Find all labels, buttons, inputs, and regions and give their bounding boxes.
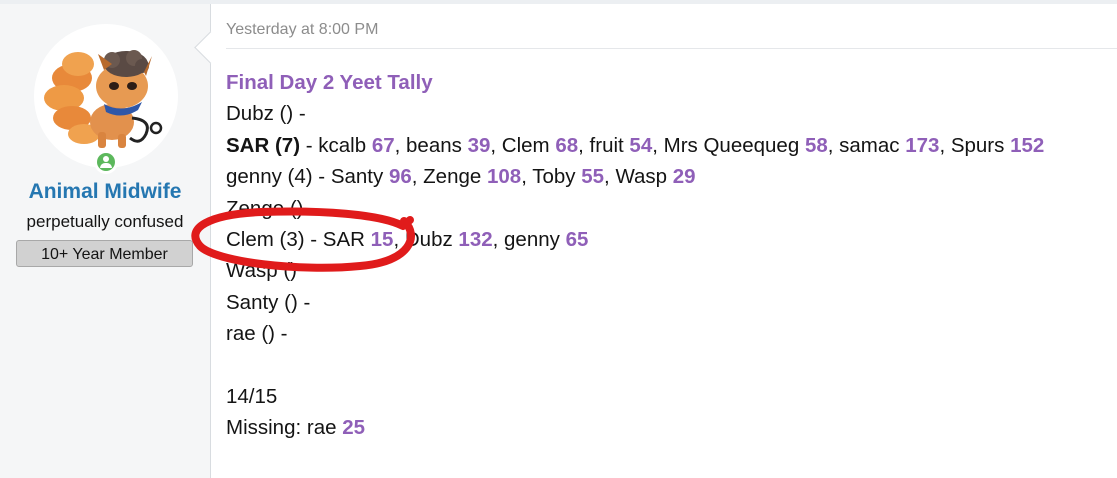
user-banner: 10+ Year Member (16, 240, 193, 267)
tally-line-clem: Clem (3) - SAR 15, Dubz 132, genny 65 (226, 227, 589, 251)
post-body: Final Day 2 Yeet Tally Dubz () - SAR (7)… (226, 67, 1117, 444)
tally-line-genny: genny (4) - Santy 96, Zenge 108, Toby 55… (226, 165, 696, 189)
tally-line-sar: SAR (7) - kcalb 67, beans 39, Clem 68, f… (226, 133, 1045, 157)
tally-line-rae: rae () - (226, 322, 288, 346)
vulpix-fox-avatar-icon (34, 24, 178, 168)
tally-line-wasp: Wasp () (226, 259, 297, 283)
tally-line-dubz: Dubz () - (226, 102, 306, 126)
post-timestamp[interactable]: Yesterday at 8:00 PM (226, 21, 378, 39)
tally-missing: Missing: rae 25 (226, 416, 366, 440)
username-link[interactable]: Animal Midwife (0, 180, 210, 204)
post-title: Final Day 2 Yeet Tally (226, 71, 433, 94)
tally-line-zenge: Zenge () (226, 196, 304, 220)
post-divider (226, 48, 1117, 49)
message-user-sidebar: Animal Midwife perpetually confused 10+ … (0, 4, 211, 478)
user-avatar[interactable] (34, 24, 178, 168)
tally-count: 14/15 (226, 384, 278, 408)
user-title: perpetually confused (26, 212, 184, 231)
online-user-icon (94, 150, 118, 174)
tally-line-santy: Santy () - (226, 290, 311, 314)
